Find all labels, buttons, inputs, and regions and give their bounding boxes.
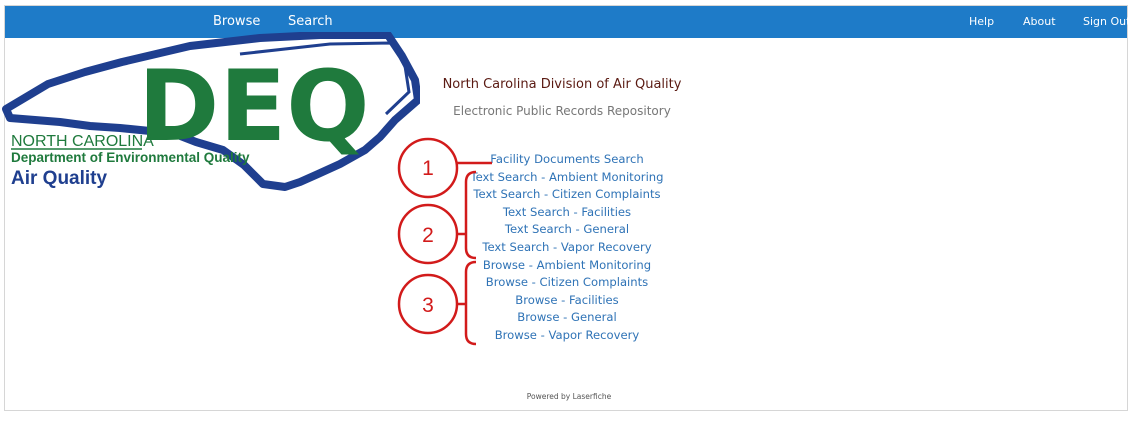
- annotation-overlay: 1 2 3: [397, 137, 492, 346]
- annotation-number-3: 3: [422, 294, 434, 317]
- annotation-number-2: 2: [422, 224, 434, 247]
- annotation-number-1: 1: [422, 157, 434, 180]
- powered-by-footer: Powered by Laserfiche: [526, 392, 612, 401]
